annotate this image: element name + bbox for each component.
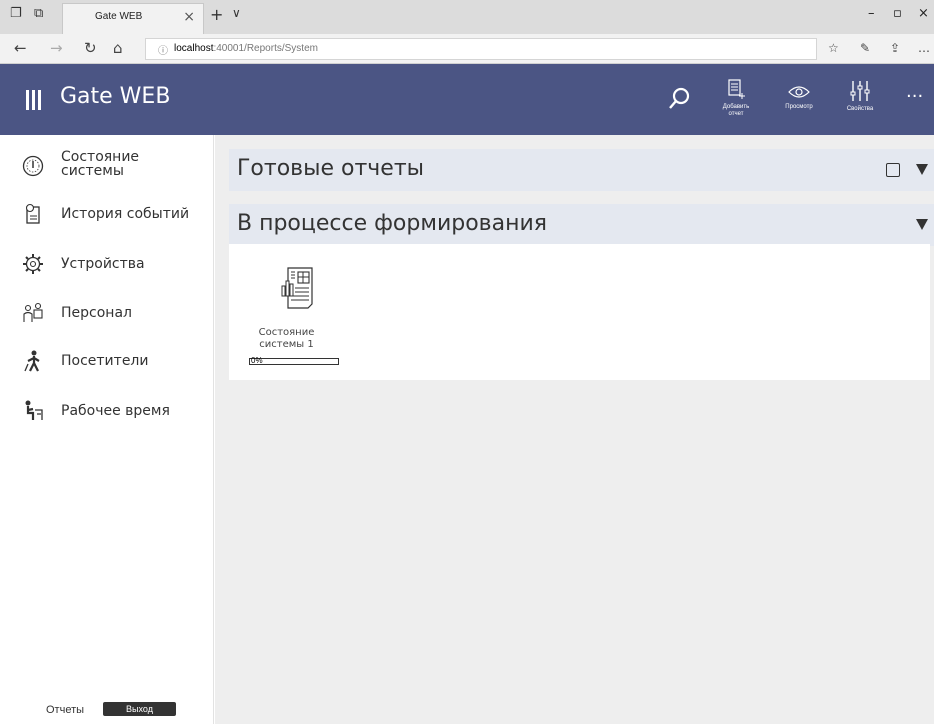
close-window-icon[interactable]: × — [918, 6, 929, 21]
history-icon — [25, 203, 40, 224]
forward-icon[interactable]: → — [50, 39, 63, 57]
sidebar-item-visitors[interactable]: Посетители — [0, 342, 214, 386]
section-title: Готовые отчеты — [237, 156, 425, 181]
tab-preview-icon[interactable]: ⧉ — [34, 6, 43, 21]
sidebar: Состояние системы История событий Устрой… — [0, 135, 214, 724]
browser-tab-title: Gate WEB — [95, 11, 143, 22]
sidebar-item-devices[interactable]: Устройства — [0, 245, 214, 289]
staff-icon — [23, 302, 43, 322]
collapse-arrow-icon[interactable] — [916, 164, 928, 175]
more-icon[interactable]: … — [918, 41, 930, 55]
app-header: Gate WEB Добавить отчет Просмотр Свойств… — [0, 64, 934, 135]
browser-tab-bar: ❐ ⧉ Gate WEB × + ∨ – ▫ × — [0, 0, 934, 34]
share-icon[interactable]: ⇪ — [890, 41, 900, 55]
collapse-arrow-icon[interactable] — [916, 219, 928, 230]
menu-icon[interactable] — [26, 90, 42, 110]
info-icon[interactable]: ⓘ — [158, 42, 168, 57]
report-name: Состояние системы 1 — [258, 327, 315, 350]
logout-button[interactable]: Выход — [103, 702, 176, 716]
gauge-icon — [22, 155, 44, 177]
more-actions-icon[interactable]: ··· — [906, 86, 923, 107]
home-icon[interactable]: ⌂ — [113, 39, 123, 57]
ready-reports-header[interactable]: Готовые отчеты — [229, 149, 934, 191]
refresh-icon[interactable]: ↻ — [84, 39, 97, 57]
sidebar-item-work-time[interactable]: Рабочее время — [0, 392, 214, 436]
in-progress-header[interactable]: В процессе формирования — [229, 204, 934, 246]
report-progress-bar: 0% — [249, 356, 339, 365]
reports-link[interactable]: Отчеты — [46, 704, 84, 716]
preview-label: Просмотр — [785, 104, 813, 110]
visitor-icon — [24, 350, 40, 372]
chevron-down-icon[interactable]: ∨ — [232, 6, 241, 20]
sidebar-item-label: Устройства — [61, 256, 145, 272]
sidebar-item-label: Посетители — [61, 353, 149, 369]
sidebar-item-system-state[interactable]: Состояние системы — [0, 149, 214, 193]
notes-icon[interactable]: ✎ — [860, 41, 870, 55]
properties-label: Свойства — [846, 106, 874, 112]
app-title: Gate WEB — [60, 84, 171, 109]
main-content: Готовые отчеты В процессе формирования С… — [215, 135, 934, 724]
tab-actions-icon[interactable]: ❐ — [10, 6, 22, 21]
gear-icon — [23, 254, 43, 274]
report-progress-text: 0% — [251, 356, 263, 365]
sidebar-item-label: Персонал — [61, 305, 132, 321]
search-button[interactable] — [668, 86, 692, 114]
browser-address-bar: ← → ↻ ⌂ ⓘ localhost:40001/Reports/System… — [0, 34, 934, 64]
sidebar-item-event-history[interactable]: История событий — [0, 195, 214, 239]
section-title: В процессе формирования — [237, 211, 548, 236]
eye-icon — [788, 86, 810, 98]
sidebar-item-label: История событий — [61, 206, 190, 222]
add-report-label: Добавить отчет — [722, 104, 750, 117]
maximize-icon[interactable]: ▫ — [893, 6, 902, 21]
url-host: localhost — [174, 43, 214, 54]
url-field[interactable]: ⓘ localhost:40001/Reports/System — [145, 38, 817, 60]
new-tab-icon[interactable]: + — [210, 5, 223, 24]
back-icon[interactable]: ← — [14, 39, 27, 57]
add-report-button[interactable]: Добавить отчет — [716, 78, 756, 118]
sidebar-footer: Отчеты Выход — [0, 694, 214, 724]
url-path: :40001/Reports/System — [213, 43, 318, 54]
favorites-icon[interactable]: ☆ — [828, 41, 839, 55]
sliders-icon — [850, 81, 870, 101]
properties-button[interactable]: Свойства — [840, 80, 880, 113]
in-progress-list: Состояние системы 1 0% — [229, 244, 930, 380]
sidebar-item-staff[interactable]: Персонал — [0, 294, 214, 338]
add-report-icon — [728, 79, 745, 99]
sidebar-item-label: Рабочее время — [61, 403, 170, 419]
report-document-icon — [281, 267, 313, 309]
browser-tab[interactable]: Gate WEB × — [62, 3, 204, 34]
sidebar-item-label: Состояние системы — [61, 149, 140, 179]
search-icon — [669, 87, 690, 109]
worktime-icon — [25, 400, 43, 420]
minimize-icon[interactable]: – — [868, 6, 875, 21]
close-tab-icon[interactable]: × — [183, 9, 195, 25]
preview-button[interactable]: Просмотр — [778, 84, 820, 111]
select-all-checkbox[interactable] — [886, 163, 900, 177]
